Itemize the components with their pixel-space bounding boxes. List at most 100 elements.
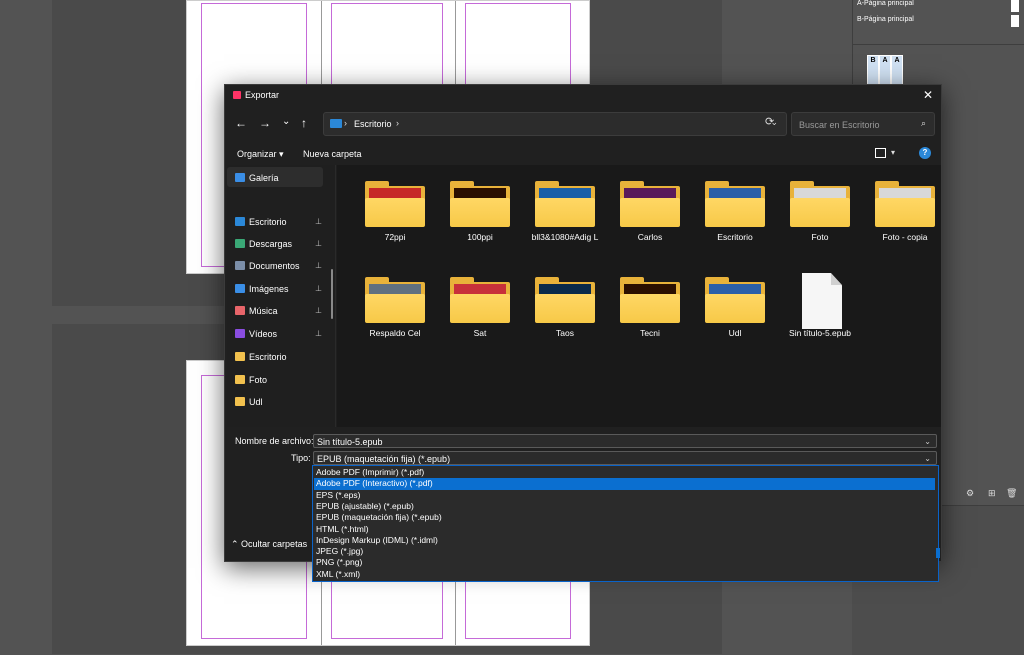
folder-icon [790, 181, 850, 227]
sidebar-item[interactable]: Escritorio [235, 348, 287, 366]
chevron-down-icon[interactable]: ⌄ [924, 452, 931, 466]
pin-icon[interactable]: ⊥ [315, 284, 322, 293]
sidebar-item-label: Documentos [249, 261, 300, 271]
folder-item[interactable]: Tecni [610, 263, 690, 353]
edit-page-size-icon[interactable]: ⚙ [966, 488, 974, 499]
type-option[interactable]: InDesign Markup (IDML) (*.idml) [314, 535, 935, 546]
sidebar-item[interactable]: Foto [235, 371, 267, 389]
sidebar-item[interactable]: Imágenes [235, 280, 289, 298]
folder-item[interactable]: 100ppi [440, 167, 520, 257]
folder-item[interactable]: Carlos [610, 167, 690, 257]
folder-item[interactable]: bll3&1080#Adig L [525, 167, 605, 257]
type-dropdown-list[interactable]: Adobe PDF (Imprimir) (*.pdf) Adobe PDF (I… [312, 465, 939, 582]
new-page-icon[interactable]: ⊞ [988, 488, 996, 499]
breadcrumb-escritorio[interactable]: Escritorio [354, 119, 392, 129]
sidebar-item-label: Escritorio [249, 217, 287, 227]
type-option[interactable]: HTML (*.html) [314, 524, 935, 535]
new-folder-button[interactable]: Nueva carpeta [303, 149, 362, 159]
desktop-folder-icon [330, 119, 342, 128]
recent-locations-icon[interactable]: ⌄ [282, 116, 290, 127]
folder-item[interactable]: Foto - copia [865, 167, 945, 257]
chevron-right-icon[interactable]: › [396, 118, 399, 128]
type-option[interactable]: PNG (*.png) [314, 557, 935, 568]
save-button-edge[interactable] [936, 548, 940, 558]
dialog-title: Exportar [245, 90, 280, 100]
sidebar-item[interactable]: Udl [235, 393, 263, 411]
filename-field[interactable]: Sin título-5.epub ⌄ [313, 434, 937, 448]
folder-icon [535, 277, 595, 323]
type-option[interactable]: EPUB (ajustable) (*.epub) [314, 501, 935, 512]
forward-arrow-icon[interactable]: → [259, 116, 271, 130]
trash-icon[interactable]: 🗑 [1006, 488, 1017, 499]
search-input[interactable] [797, 117, 911, 133]
type-select[interactable]: EPUB (maquetación fija) (*.epub) ⌄ [313, 451, 937, 465]
page-fold-icon [831, 273, 842, 285]
page-thumb[interactable]: A [879, 55, 891, 85]
sidebar-item[interactable]: Documentos [235, 257, 300, 275]
sidebar-item[interactable]: Galería [235, 169, 279, 187]
master-page-a[interactable]: A-Página principal [857, 0, 914, 7]
file-name: Tecni [640, 328, 660, 338]
type-option[interactable]: Adobe PDF (Interactivo) (*.pdf) [314, 478, 935, 490]
hide-folders-button[interactable]: ⌃ Ocultar carpetas [231, 539, 307, 550]
up-arrow-icon[interactable]: ↑ [301, 116, 307, 130]
type-value[interactable]: EPUB (maquetación fija) (*.epub) [317, 454, 450, 464]
type-option[interactable]: Adobe PDF (Imprimir) (*.pdf) [314, 467, 935, 478]
pin-icon[interactable]: ⊥ [315, 239, 322, 248]
folder-icon [235, 352, 245, 361]
folder-item[interactable]: Udl [695, 263, 775, 353]
sidebar-item-label: Escritorio [249, 352, 287, 362]
folder-icon [450, 277, 510, 323]
master-page-b[interactable]: B-Página principal [857, 16, 914, 23]
filename-value[interactable]: Sin título-5.epub [317, 437, 383, 447]
folder-icon [235, 173, 245, 182]
type-option[interactable]: EPS (*.eps) [314, 490, 935, 501]
folder-icon [235, 375, 245, 384]
folder-icon [365, 277, 425, 323]
file-name: 100ppi [467, 232, 493, 242]
navigation-pane: Galería Escritorio ⊥ Descargas ⊥ Documentos ⊥ I… [227, 165, 337, 427]
search-box[interactable]: ⌕ [791, 112, 935, 136]
folder-item[interactable]: 72ppi [355, 167, 435, 257]
organize-menu[interactable]: Organizar ▾ [237, 149, 284, 160]
pin-icon[interactable]: ⊥ [315, 217, 322, 226]
search-icon[interactable]: ⌕ [921, 118, 926, 129]
address-bar[interactable]: › Escritorio › ⌄ [323, 112, 787, 136]
page-thumb[interactable]: B [867, 55, 879, 85]
sidebar-item[interactable]: Música [235, 302, 278, 320]
sidebar-item-label: Imágenes [249, 284, 289, 294]
help-icon[interactable]: ? [919, 147, 931, 159]
close-icon[interactable]: ✕ [923, 88, 933, 102]
sidebar-item[interactable]: Descargas [235, 235, 292, 253]
folder-icon [705, 181, 765, 227]
master-thumb-b [1011, 15, 1019, 27]
view-options-icon[interactable] [875, 148, 886, 158]
file-name: 72ppi [384, 232, 406, 242]
dialog-titlebar: Exportar ✕ [225, 85, 941, 107]
refresh-icon[interactable]: ⟳ [765, 115, 774, 128]
pane-separator[interactable] [335, 165, 336, 427]
file-name: Foto - copia [882, 232, 928, 242]
folder-icon [235, 239, 245, 248]
type-option[interactable]: EPUB (maquetación fija) (*.epub) [314, 512, 935, 523]
folder-item[interactable]: Sat [440, 263, 520, 353]
sidebar-item[interactable]: Escritorio [235, 213, 287, 231]
chevron-down-icon[interactable]: ⌄ [924, 435, 931, 449]
folder-item[interactable]: Respaldo Cel [355, 263, 435, 353]
sidebar-item[interactable]: Vídeos [235, 325, 277, 343]
back-arrow-icon[interactable]: ← [235, 116, 247, 130]
pin-icon[interactable]: ⊥ [315, 329, 322, 338]
chevron-down-icon[interactable]: ▾ [891, 148, 895, 157]
folder-icon [620, 277, 680, 323]
pin-icon[interactable]: ⊥ [315, 306, 322, 315]
folder-icon [875, 181, 935, 227]
type-option[interactable]: XML (*.xml) [314, 569, 935, 580]
folder-item[interactable]: Taos [525, 263, 605, 353]
folder-item[interactable]: Escritorio [695, 167, 775, 257]
folder-item[interactable]: Foto [780, 167, 860, 257]
sidebar-scrollbar[interactable] [331, 269, 333, 319]
file-item[interactable]: Sin título-5.epub [780, 263, 860, 353]
type-option[interactable]: JPEG (*.jpg) [314, 546, 935, 557]
page-thumb[interactable]: A [891, 55, 903, 85]
pin-icon[interactable]: ⊥ [315, 261, 322, 270]
